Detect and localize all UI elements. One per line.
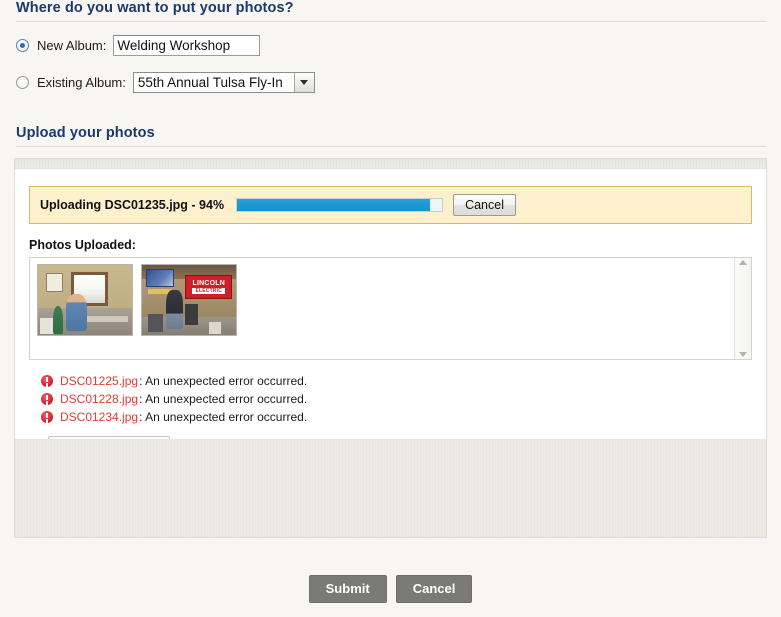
new-album-radio[interactable]	[16, 38, 29, 52]
scroll-up-icon[interactable]	[739, 260, 747, 265]
sign-bottom-text: ELECTRIC	[192, 287, 226, 294]
error-file-link[interactable]: DSC01228.jpg	[60, 392, 138, 406]
new-album-input[interactable]	[113, 34, 261, 56]
panel-top-band	[15, 159, 766, 169]
upload-progress-bar-container: Uploading DSC01235.jpg - 94% Cancel	[29, 186, 752, 224]
error-message: : An unexpected error occurred.	[139, 392, 308, 406]
upload-section-title: Upload your photos	[16, 125, 155, 141]
photo-thumbnail[interactable]	[37, 264, 133, 336]
cancel-button[interactable]: Cancel	[395, 575, 473, 603]
upload-photos-page: Where do you want to put your photos? Ne…	[0, 0, 781, 617]
existing-album-selected-value: 55th Annual Tulsa Fly-In	[137, 74, 283, 90]
list-item: DSC01228.jpg : An unexpected error occur…	[41, 391, 766, 407]
new-album-row: New Album:	[16, 32, 781, 58]
error-icon	[41, 411, 53, 423]
list-item: DSC01234.jpg : An unexpected error occur…	[41, 409, 766, 425]
photos-scrollbar[interactable]	[734, 258, 751, 359]
existing-album-row: Existing Album: 55th Annual Tulsa Fly-In	[16, 69, 781, 95]
list-item: DSC01225.jpg : An unexpected error occur…	[41, 373, 766, 389]
error-message: : An unexpected error occurred.	[139, 410, 308, 424]
progress-bar-fill	[237, 199, 430, 211]
existing-album-label: Existing Album:	[37, 74, 126, 90]
photos-uploaded-box: LINCOLN ELECTRIC	[29, 257, 752, 360]
album-options: New Album: Existing Album: 55th Annual T…	[0, 22, 781, 112]
error-icon	[41, 393, 53, 405]
form-footer: Submit Cancel	[0, 575, 781, 603]
submit-button[interactable]: Submit	[308, 575, 387, 603]
upload-errors-list: DSC01225.jpg : An unexpected error occur…	[41, 373, 766, 425]
cancel-upload-button[interactable]: Cancel	[453, 194, 516, 216]
upload-heading-divider	[16, 146, 767, 147]
chevron-down-icon[interactable]	[293, 72, 314, 92]
lincoln-electric-sign: LINCOLN ELECTRIC	[185, 274, 233, 299]
upload-panel: Uploading DSC01235.jpg - 94% Cancel Phot…	[14, 158, 767, 538]
error-icon	[41, 375, 53, 387]
progress-bar-track	[236, 198, 444, 212]
error-file-link[interactable]: DSC01234.jpg	[60, 410, 138, 424]
error-message: : An unexpected error occurred.	[139, 374, 308, 388]
page-title: Where do you want to put your photos?	[16, 0, 294, 16]
album-section: Where do you want to put your photos? Ne…	[0, 0, 781, 112]
existing-album-select[interactable]: 55th Annual Tulsa Fly-In	[132, 71, 315, 93]
scroll-down-icon[interactable]	[739, 352, 747, 357]
upload-section: Upload your photos Uploading DSC01235.jp…	[0, 125, 781, 538]
thumbnail-strip: LINCOLN ELECTRIC	[30, 258, 734, 359]
sign-top-text: LINCOLN	[192, 279, 225, 287]
existing-album-radio[interactable]	[16, 75, 29, 89]
error-file-link[interactable]: DSC01225.jpg	[60, 374, 138, 388]
new-album-label: New Album:	[37, 37, 107, 53]
panel-texture-area	[15, 439, 766, 537]
upload-panel-body: Uploading DSC01235.jpg - 94% Cancel Phot…	[15, 186, 766, 463]
upload-status-text: Uploading DSC01235.jpg - 94%	[40, 198, 225, 212]
photo-thumbnail[interactable]: LINCOLN ELECTRIC	[141, 264, 237, 336]
photos-uploaded-label: Photos Uploaded:	[29, 238, 136, 252]
